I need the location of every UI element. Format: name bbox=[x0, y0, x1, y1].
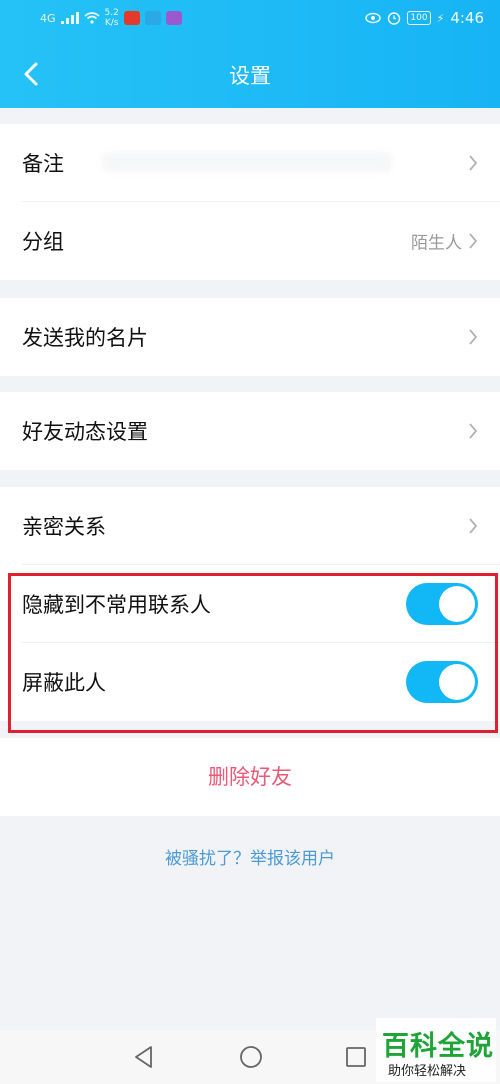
group-row[interactable]: 分组 陌生人 bbox=[22, 202, 500, 280]
settings-group-feed: 好友动态设置 bbox=[0, 392, 500, 470]
top-header: 4G 5.2 K/s 100 ⚡ 4:46 设置 bbox=[0, 0, 500, 108]
alarm-icon bbox=[388, 12, 401, 25]
report-user-link[interactable]: 被骚扰了？举报该用户 bbox=[0, 844, 500, 869]
intimate-relation-row[interactable]: 亲密关系 bbox=[22, 487, 500, 565]
settings-group-card: 发送我的名片 bbox=[0, 298, 500, 376]
recents-square-icon[interactable] bbox=[344, 1044, 368, 1070]
video-app-icon bbox=[165, 11, 182, 25]
wifi-icon bbox=[84, 12, 100, 24]
back-triangle-icon[interactable] bbox=[132, 1044, 156, 1070]
network-speed: 5.2 K/s bbox=[104, 8, 119, 28]
send-card-row[interactable]: 发送我的名片 bbox=[22, 298, 500, 376]
group-label: 分组 bbox=[22, 230, 64, 254]
status-bar: 4G 5.2 K/s 100 ⚡ 4:46 bbox=[0, 0, 500, 40]
clock: 4:46 bbox=[450, 9, 484, 27]
settings-group-remark: 备注 分组 陌生人 bbox=[0, 124, 500, 280]
chevron-right-icon bbox=[469, 329, 478, 345]
watermark-subtitle: 助你轻松解决 bbox=[388, 1064, 467, 1079]
eye-icon bbox=[365, 12, 382, 24]
chevron-right-icon bbox=[469, 517, 478, 534]
blurred-remark-value bbox=[102, 152, 392, 172]
signal-icon bbox=[60, 12, 79, 24]
status-right: 100 ⚡ 4:46 bbox=[365, 9, 484, 27]
remark-label: 备注 bbox=[22, 151, 64, 176]
page-title: 设置 bbox=[229, 64, 271, 88]
watermark-title: 百科全说 bbox=[382, 1031, 494, 1062]
status-left: 4G 5.2 K/s bbox=[40, 8, 182, 28]
delete-friend-button[interactable]: 删除好友 bbox=[0, 738, 500, 816]
battery-indicator: 100 bbox=[407, 11, 431, 25]
send-app-icon bbox=[144, 11, 161, 25]
intimate-relation-label: 亲密关系 bbox=[22, 514, 106, 539]
feed-settings-label: 好友动态设置 bbox=[22, 420, 148, 444]
home-circle-icon[interactable] bbox=[238, 1044, 264, 1070]
network-label: 4G bbox=[40, 11, 56, 25]
feed-settings-row[interactable]: 好友动态设置 bbox=[22, 392, 500, 470]
chevron-right-icon bbox=[469, 154, 478, 171]
charging-icon: ⚡ bbox=[436, 11, 445, 25]
chevron-right-icon bbox=[469, 233, 478, 249]
chevron-right-icon bbox=[469, 423, 478, 439]
highlight-box bbox=[8, 573, 498, 733]
group-value: 陌生人 bbox=[411, 233, 462, 254]
toutiao-app-icon bbox=[123, 11, 140, 25]
send-card-label: 发送我的名片 bbox=[22, 326, 148, 350]
remark-row[interactable]: 备注 bbox=[22, 124, 500, 202]
watermark-logo: 百科全说 助你轻松解决 bbox=[376, 1018, 496, 1082]
